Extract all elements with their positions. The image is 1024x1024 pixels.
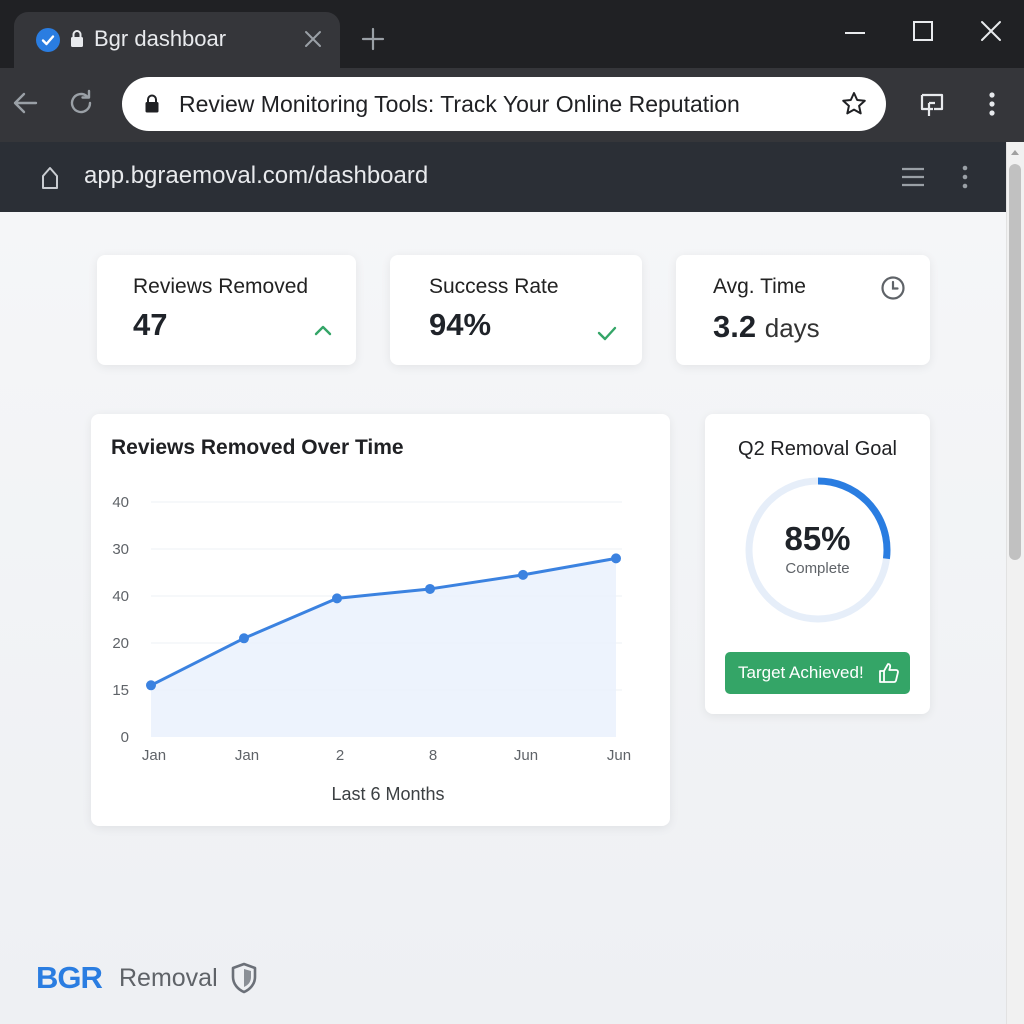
browser-tab[interactable]: Bgr dashboar xyxy=(14,12,340,68)
x-tick-label: Jan xyxy=(235,747,259,764)
new-tab-icon[interactable] xyxy=(360,26,386,52)
reviews-line-chart: 0 15 20 40 30 40 Jan Jan 2 8 Jun Jun Last 6 Months xyxy=(112,494,631,804)
maximize-icon[interactable] xyxy=(910,18,936,44)
lock-icon xyxy=(145,94,159,113)
check-icon xyxy=(597,326,617,341)
stat-unit: days xyxy=(764,313,820,343)
y-tick-label: 40 xyxy=(112,494,129,511)
window-close-icon[interactable] xyxy=(977,17,1005,45)
y-tick-label: 40 xyxy=(112,588,129,605)
area-fill xyxy=(151,558,616,737)
app-url: app.bgraemoval.com/dashboard xyxy=(84,162,429,189)
goal-title: Q2 Removal Goal xyxy=(738,438,897,460)
scrollbar-thumb[interactable] xyxy=(1009,164,1021,560)
data-point xyxy=(332,593,342,604)
extension-icon[interactable] xyxy=(917,90,947,120)
address-text: Review Monitoring Tools: Track Your Onli… xyxy=(179,91,740,117)
more-vert-icon[interactable] xyxy=(955,164,975,190)
x-tick-label: Jun xyxy=(514,747,538,764)
stat-card-reviews-removed: Reviews Removed 47 xyxy=(97,255,356,365)
scroll-up-arrow-icon[interactable] xyxy=(1010,148,1020,156)
y-tick-label: 20 xyxy=(112,635,129,652)
goal-percent: 85% xyxy=(784,520,851,557)
stat-label: Success Rate xyxy=(429,275,559,298)
data-point xyxy=(425,583,435,594)
clock-icon xyxy=(881,276,905,300)
chevron-up-icon xyxy=(314,325,332,336)
data-point xyxy=(518,569,528,580)
stat-number: 3.2 xyxy=(713,309,757,344)
brand-name: Removal xyxy=(119,964,218,992)
stat-label: Reviews Removed xyxy=(133,275,309,298)
lock-icon xyxy=(71,30,83,47)
stat-value: 94% xyxy=(429,307,492,342)
browser-toolbar: Review Monitoring Tools: Track Your Onli… xyxy=(0,68,1024,142)
goal-sublabel: Complete xyxy=(785,560,850,577)
y-tick-label: 0 xyxy=(121,729,129,746)
brand-bgr: BGR xyxy=(36,960,103,995)
lock-outline-icon xyxy=(42,167,58,189)
minimize-icon[interactable] xyxy=(842,20,868,46)
back-arrow-icon[interactable] xyxy=(10,88,40,118)
target-achieved-button[interactable]: Target Achieved! xyxy=(725,652,910,694)
stat-value: 3.2 days xyxy=(713,309,820,345)
address-bar[interactable]: Review Monitoring Tools: Track Your Onli… xyxy=(122,77,886,131)
x-tick-label: 8 xyxy=(429,747,437,764)
x-tick-label: Jun xyxy=(607,747,631,764)
thumbs-up-icon xyxy=(879,663,899,683)
data-point xyxy=(611,553,621,564)
x-tick-label: Jan xyxy=(142,747,166,764)
y-tick-label: 15 xyxy=(112,682,129,699)
stat-card-success-rate: Success Rate 94% xyxy=(390,255,642,365)
more-vert-icon[interactable] xyxy=(982,90,1002,120)
y-tick-label: 30 xyxy=(112,541,129,558)
bookmark-star-icon[interactable] xyxy=(840,90,868,118)
tab-title: Bgr dashboar xyxy=(94,26,227,51)
goal-card: Q2 Removal Goal 85% Complete Target Achi… xyxy=(705,414,930,714)
shield-icon xyxy=(231,962,257,994)
reload-icon[interactable] xyxy=(66,88,96,118)
hamburger-menu-icon[interactable] xyxy=(900,164,926,190)
stat-value: 47 xyxy=(133,307,168,342)
target-achieved-label: Target Achieved! xyxy=(738,663,864,682)
x-tick-label: 2 xyxy=(336,747,344,764)
x-axis-label: Last 6 Months xyxy=(331,784,444,804)
close-icon[interactable] xyxy=(302,28,324,50)
stat-card-avg-time: Avg. Time 3.2 days xyxy=(676,255,930,365)
app-header: app.bgraemoval.com/dashboard xyxy=(0,142,1006,212)
stat-label: Avg. Time xyxy=(713,275,806,298)
data-point xyxy=(239,633,249,644)
verified-badge-icon xyxy=(36,28,60,52)
browser-tab-bar: Bgr dashboar xyxy=(0,0,1024,68)
chart-card: Reviews Removed Over Time 0 15 20 40 30 40 Jan… xyxy=(91,414,670,826)
data-point xyxy=(146,680,156,691)
